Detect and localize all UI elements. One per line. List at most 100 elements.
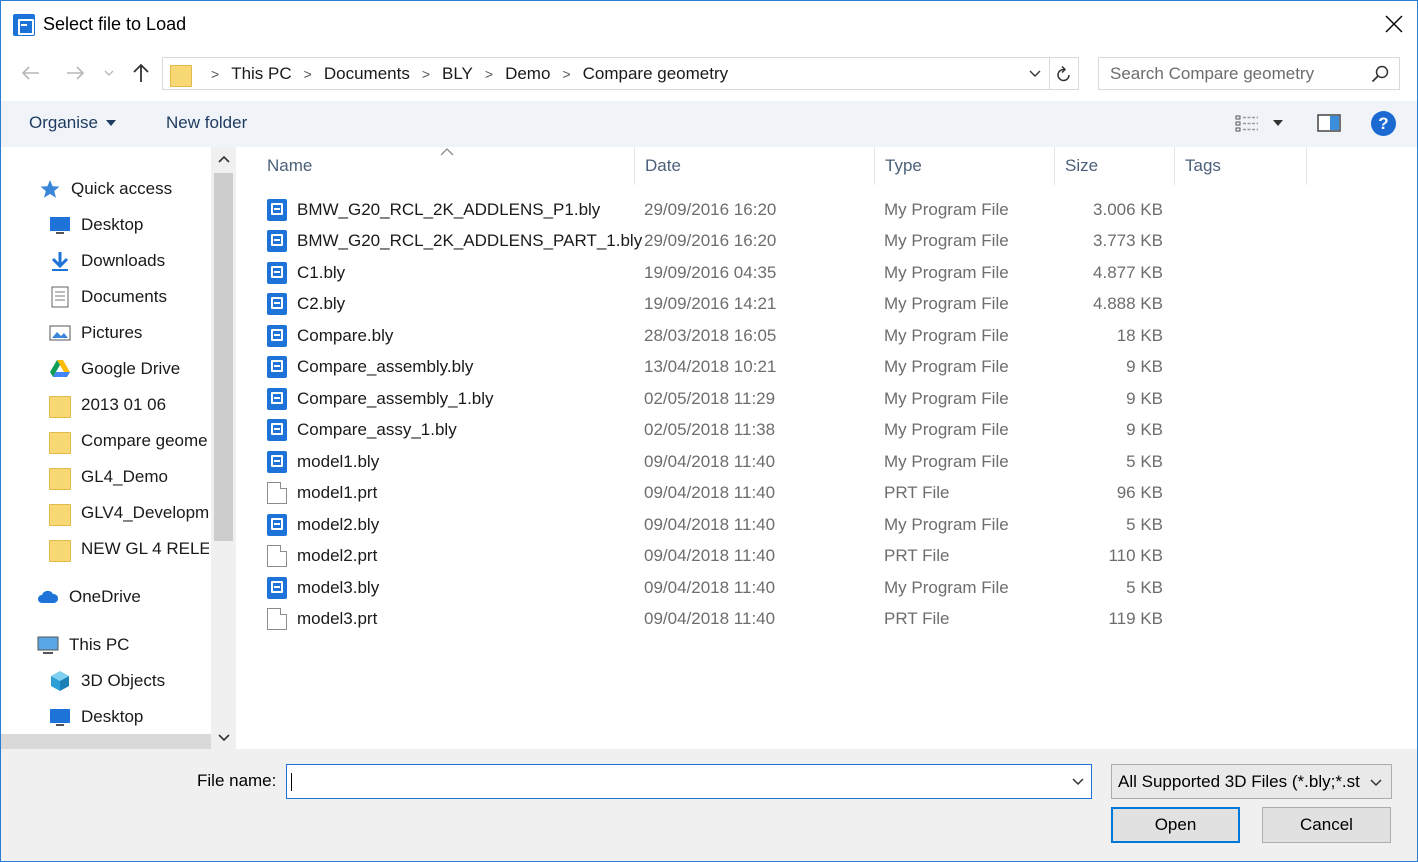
- bly-file-icon: [267, 450, 287, 473]
- title-bar[interactable]: Select file to Load: [1, 1, 1417, 49]
- scroll-thumb[interactable]: [214, 173, 233, 541]
- file-name-text: model1.bly: [297, 451, 380, 471]
- breadcrumb-this-pc[interactable]: This PC: [231, 64, 291, 84]
- file-row[interactable]: model2.prt 09/04/2018 11:40 PRT File 110 KB: [267, 541, 1167, 572]
- view-options-icon[interactable]: [1234, 113, 1260, 135]
- file-row[interactable]: BMW_G20_RCL_2K_ADDLENS_P1.bly 29/09/2016 …: [267, 194, 1167, 225]
- nav-item-onedrive[interactable]: OneDrive: [37, 580, 141, 614]
- file-row[interactable]: Compare.bly 28/03/2018 16:05 My Program Fi…: [267, 320, 1167, 351]
- column-header-type[interactable]: Type: [875, 147, 1055, 185]
- scroll-up-button[interactable]: [211, 147, 236, 171]
- file-size-cell: 5 KB: [1126, 577, 1163, 597]
- column-header-size[interactable]: Size: [1055, 147, 1175, 185]
- file-row[interactable]: Compare_assembly_1.bly 02/05/2018 11:29 My…: [267, 383, 1167, 414]
- file-type-filter-select[interactable]: All Supported 3D Files (*.bly;*.st: [1111, 764, 1392, 799]
- organise-menu-button[interactable]: Organise: [29, 113, 116, 133]
- file-row[interactable]: C1.bly 19/09/2016 04:35 My Program File 4.8…: [267, 257, 1167, 288]
- nav-item-glv4-development[interactable]: GLV4_Developm: [49, 496, 211, 530]
- nav-item-downloads[interactable]: Downloads 📌: [49, 244, 211, 278]
- preview-pane-icon[interactable]: [1317, 113, 1341, 133]
- view-dropdown-icon[interactable]: [1273, 120, 1283, 126]
- nav-item-folder-2013[interactable]: 2013 01 06 📌: [49, 388, 211, 422]
- file-type-cell: My Program File: [884, 514, 1009, 534]
- chevron-right-icon[interactable]: >: [485, 66, 493, 82]
- file-name-text: C2.bly: [297, 294, 346, 313]
- forward-button[interactable]: [61, 59, 89, 87]
- file-name-cell: C1.bly: [267, 257, 345, 288]
- file-name-cell: Compare_assy_1.bly: [267, 415, 457, 446]
- address-history-dropdown[interactable]: [1023, 57, 1047, 90]
- scroll-down-button[interactable]: [211, 725, 236, 749]
- nav-item-documents[interactable]: Documents 📌: [49, 280, 211, 314]
- breadcrumb-compare-geometry[interactable]: Compare geometry: [583, 64, 729, 84]
- nav-item-new-gl4-release[interactable]: NEW GL 4 RELEA: [49, 532, 211, 566]
- nav-item-desktop-pc[interactable]: Desktop: [49, 700, 143, 734]
- file-row[interactable]: model3.bly 09/04/2018 11:40 My Program Fil…: [267, 572, 1167, 603]
- bly-file-icon: [267, 324, 287, 347]
- breadcrumb-bly[interactable]: BLY: [442, 64, 473, 84]
- up-button[interactable]: [127, 59, 155, 87]
- file-size-cell: 4.877 KB: [1093, 262, 1163, 282]
- nav-item-label: Compare geome: [81, 431, 208, 450]
- search-icon[interactable]: [1371, 65, 1389, 83]
- file-row[interactable]: Compare_assembly.bly 13/04/2018 10:21 My P…: [267, 352, 1167, 383]
- refresh-button[interactable]: [1049, 57, 1079, 90]
- file-dialog: Select file to Load > This PC > Document…: [0, 0, 1418, 862]
- search-input[interactable]: [1099, 58, 1369, 89]
- file-date-cell: 29/09/2016 16:20: [644, 199, 777, 219]
- file-name-combobox[interactable]: [286, 764, 1092, 799]
- file-date-cell: 09/04/2018 11:40: [644, 451, 776, 471]
- breadcrumb-documents[interactable]: Documents: [324, 64, 410, 84]
- column-header-name[interactable]: Name: [257, 147, 635, 185]
- file-row[interactable]: model1.bly 09/04/2018 11:40 My Program Fil…: [267, 446, 1167, 477]
- nav-item-gl4-demo[interactable]: GL4_Demo: [49, 460, 211, 494]
- file-row[interactable]: BMW_G20_RCL_2K_ADDLENS_PART_1.bly 29/09/2…: [267, 226, 1167, 257]
- back-button[interactable]: [17, 59, 45, 87]
- close-button[interactable]: [1371, 1, 1417, 47]
- cloud-icon: [38, 590, 59, 603]
- chevron-down-icon[interactable]: [1071, 774, 1085, 788]
- file-name-text: model3.bly: [297, 577, 380, 597]
- file-size-cell: 3.773 KB: [1093, 231, 1163, 250]
- nav-item-this-pc[interactable]: This PC: [37, 628, 129, 662]
- open-button[interactable]: Open: [1111, 807, 1240, 843]
- nav-item-compare-geometry[interactable]: Compare geome: [49, 424, 211, 458]
- file-name-input[interactable]: [287, 765, 1057, 798]
- download-arrow-icon: [51, 252, 69, 271]
- breadcrumb: > This PC > Documents > BLY > Demo > Com…: [199, 58, 728, 89]
- file-row[interactable]: model1.prt 09/04/2018 11:40 PRT File 96 KB: [267, 478, 1167, 509]
- chevron-right-icon[interactable]: >: [304, 66, 312, 82]
- file-row[interactable]: Compare_assy_1.bly 02/05/2018 11:38 My Pro…: [267, 415, 1167, 446]
- nav-scrollbar[interactable]: [211, 147, 236, 749]
- new-folder-button[interactable]: New folder: [166, 113, 247, 133]
- file-row[interactable]: C2.bly 19/09/2016 14:21 My Program File 4.8…: [267, 289, 1167, 320]
- cancel-button[interactable]: Cancel: [1262, 807, 1391, 843]
- file-date-cell: 29/09/2016 16:20: [644, 231, 777, 250]
- file-row[interactable]: model3.prt 09/04/2018 11:40 PRT File 119 KB: [267, 604, 1167, 635]
- recent-locations-button[interactable]: [99, 59, 119, 87]
- nav-item-label: Downloads: [81, 251, 166, 270]
- address-bar[interactable]: > This PC > Documents > BLY > Demo > Com…: [162, 57, 1079, 90]
- breadcrumb-demo[interactable]: Demo: [505, 64, 550, 84]
- nav-item-desktop[interactable]: Desktop 📌: [49, 208, 211, 242]
- nav-item-label: Google Drive: [81, 359, 181, 378]
- star-icon: [40, 180, 60, 198]
- help-button[interactable]: ?: [1371, 111, 1396, 136]
- column-header-tags[interactable]: Tags: [1175, 147, 1307, 185]
- file-name-cell: BMW_G20_RCL_2K_ADDLENS_PART_1.bly: [267, 226, 642, 257]
- file-size-cell: 110 KB: [1108, 546, 1163, 565]
- nav-item-pictures[interactable]: Pictures 📌: [49, 316, 211, 350]
- chevron-right-icon[interactable]: >: [422, 66, 430, 82]
- caret-down-icon: [105, 120, 116, 126]
- search-box[interactable]: [1098, 57, 1400, 90]
- file-row[interactable]: model2.bly 09/04/2018 11:40 My Program Fil…: [267, 509, 1167, 540]
- file-name-text: model3.prt: [297, 609, 378, 628]
- chevron-right-icon[interactable]: >: [562, 66, 570, 82]
- nav-item-quick-access[interactable]: Quick access: [39, 172, 172, 206]
- column-header-date[interactable]: Date: [635, 147, 875, 185]
- nav-item-google-drive[interactable]: Google Drive 📌: [49, 352, 211, 386]
- nav-item-3d-objects[interactable]: 3D Objects: [49, 664, 165, 698]
- nav-item-label: OneDrive: [69, 587, 141, 606]
- folder-icon: [49, 502, 71, 526]
- nav-item-partially-visible[interactable]: [1, 734, 211, 749]
